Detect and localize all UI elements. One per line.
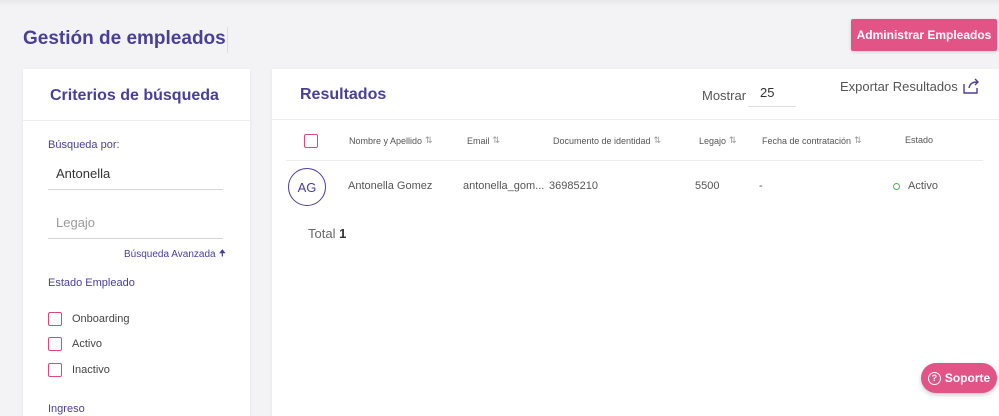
estado-empleado-label: Estado Empleado bbox=[48, 277, 135, 289]
cell-email: antonella_gom... bbox=[463, 180, 545, 192]
column-header-document[interactable]: Documento de identidad ⇅ bbox=[553, 135, 661, 146]
filter-inactivo-label: Inactivo bbox=[72, 364, 110, 376]
checkbox[interactable] bbox=[48, 363, 62, 377]
cell-status-label: Activo bbox=[908, 180, 938, 192]
admin-employees-button[interactable]: Administrar Empleados bbox=[851, 19, 997, 51]
advanced-search-link[interactable]: Búsqueda Avanzada 🠉 bbox=[124, 246, 226, 262]
results-title: Resultados bbox=[300, 86, 387, 103]
header-divider bbox=[272, 119, 999, 120]
page-title: Gestión de empleados bbox=[23, 28, 226, 49]
checkbox[interactable] bbox=[48, 312, 62, 326]
filter-onboarding-label: Onboarding bbox=[72, 313, 130, 325]
search-criteria-title: Criterios de búsqueda bbox=[23, 69, 250, 121]
status-dot-icon bbox=[893, 182, 900, 190]
page-size-select[interactable]: 25 bbox=[748, 81, 796, 107]
title-divider bbox=[227, 27, 228, 53]
column-header-hire-date[interactable]: Fecha de contratación ⇅ bbox=[762, 135, 862, 146]
export-label: Exportar Resultados bbox=[840, 78, 958, 94]
support-label: Soporte bbox=[944, 371, 991, 385]
column-header-document-label: Documento de identidad bbox=[553, 135, 651, 146]
cell-legajo: 5500 bbox=[695, 180, 720, 192]
export-icon bbox=[963, 78, 979, 94]
filter-activo[interactable]: Activo bbox=[48, 337, 102, 351]
select-all-checkbox[interactable] bbox=[304, 134, 318, 148]
total-value: 1 bbox=[339, 226, 347, 241]
cell-status: Activo bbox=[893, 180, 938, 192]
support-button[interactable]: ? Soporte bbox=[921, 363, 997, 393]
search-criteria-panel: Criterios de búsqueda Búsqueda por: Búsq… bbox=[23, 69, 250, 416]
ingreso-label: Ingreso bbox=[48, 403, 85, 415]
sort-icon: ⇅ bbox=[425, 135, 433, 145]
cell-document: 36985210 bbox=[549, 180, 598, 192]
filter-activo-label: Activo bbox=[72, 338, 102, 350]
sort-icon: ⇅ bbox=[854, 135, 862, 145]
column-header-legajo[interactable]: Legajo ⇅ bbox=[699, 135, 737, 146]
column-header-status-label: Estado bbox=[905, 135, 934, 145]
filter-onboarding[interactable]: Onboarding bbox=[48, 312, 130, 326]
legajo-input[interactable] bbox=[48, 207, 223, 239]
sort-icon: ⇅ bbox=[729, 135, 737, 145]
checkbox[interactable] bbox=[48, 337, 62, 351]
arrow-up-icon: 🠉 bbox=[218, 248, 227, 258]
row-divider bbox=[286, 160, 983, 161]
help-icon: ? bbox=[927, 371, 941, 385]
search-by-input[interactable] bbox=[48, 158, 223, 190]
column-header-legajo-label: Legajo bbox=[699, 135, 727, 146]
column-header-name[interactable]: Nombre y Apellido ⇅ bbox=[349, 135, 433, 146]
sort-icon: ⇅ bbox=[492, 135, 501, 145]
mostrar-label: Mostrar bbox=[702, 88, 747, 103]
column-header-email[interactable]: Email ⇅ bbox=[467, 135, 500, 146]
top-shadow bbox=[0, 0, 999, 6]
total-count: Total 1 bbox=[308, 226, 346, 241]
cell-hire-date: - bbox=[759, 180, 763, 192]
results-panel: Resultados Mostrar 25 Exportar Resultado… bbox=[272, 69, 999, 416]
column-header-email-label: Email bbox=[467, 135, 490, 146]
total-label: Total bbox=[308, 226, 336, 241]
avatar: AG bbox=[288, 168, 326, 206]
sort-icon: ⇅ bbox=[653, 135, 662, 145]
export-results-button[interactable]: Exportar Resultados bbox=[840, 78, 980, 94]
column-header-status: Estado bbox=[905, 135, 933, 145]
filter-inactivo[interactable]: Inactivo bbox=[48, 363, 110, 377]
column-header-hire-date-label: Fecha de contratación bbox=[762, 135, 852, 146]
cell-name: Antonella Gomez bbox=[348, 180, 433, 192]
search-by-label: Búsqueda por: bbox=[48, 139, 120, 151]
advanced-search-label: Búsqueda Avanzada bbox=[124, 248, 216, 260]
column-header-name-label: Nombre y Apellido bbox=[349, 135, 423, 146]
